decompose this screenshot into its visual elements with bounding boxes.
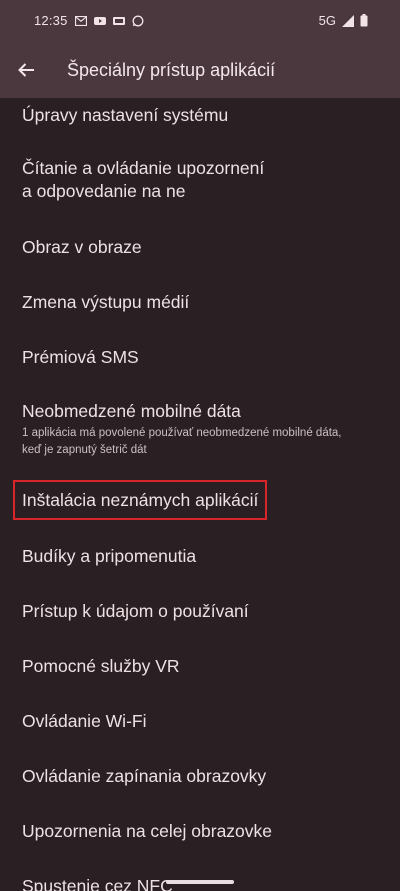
list-item-premium-sms[interactable]: Prémiová SMS bbox=[0, 340, 400, 376]
list-item-usage-access[interactable]: Prístup k údajom o používaní bbox=[0, 594, 400, 630]
list-item-full-screen-notifications[interactable]: Upozornenia na celej obrazovke bbox=[0, 814, 400, 850]
arrow-left-icon bbox=[18, 63, 34, 77]
youtube-icon bbox=[93, 16, 106, 25]
list-item-unrestricted-data[interactable]: Neobmedzené mobilné dáta 1 aplikácia má … bbox=[0, 398, 400, 460]
app-bar: Špeciálny prístup aplikácií bbox=[0, 42, 400, 98]
gmail-icon bbox=[74, 15, 87, 26]
highlight-box bbox=[13, 480, 267, 520]
sd-card-icon bbox=[112, 16, 125, 25]
list-item-alarms-reminders[interactable]: Budíky a pripomenutia bbox=[0, 539, 400, 575]
list-item-system-settings[interactable]: Úpravy nastavení systému bbox=[0, 98, 400, 134]
page-title: Špeciálny prístup aplikácií bbox=[67, 60, 276, 80]
whatsapp-icon bbox=[132, 15, 143, 26]
network-type: 5G bbox=[318, 13, 336, 28]
signal-icon bbox=[342, 14, 354, 27]
list-item-wifi-control[interactable]: Ovládanie Wi-Fi bbox=[0, 704, 400, 740]
list-item-turn-screen-on[interactable]: Ovládanie zapínania obrazovky bbox=[0, 759, 400, 795]
battery-icon bbox=[360, 14, 368, 27]
status-bar: 12:35 5G bbox=[0, 0, 400, 42]
list-item-picture-in-picture[interactable]: Obraz v obraze bbox=[0, 230, 400, 266]
clock: 12:35 bbox=[34, 13, 68, 28]
back-button[interactable] bbox=[12, 56, 40, 84]
list-item-vr-helper[interactable]: Pomocné služby VR bbox=[0, 649, 400, 685]
gesture-nav-handle[interactable] bbox=[166, 880, 234, 884]
list-item-notification-access[interactable]: Čítanie a ovládanie upozornení a odpoved… bbox=[0, 153, 400, 213]
list-item-media-output[interactable]: Zmena výstupu médií bbox=[0, 285, 400, 321]
